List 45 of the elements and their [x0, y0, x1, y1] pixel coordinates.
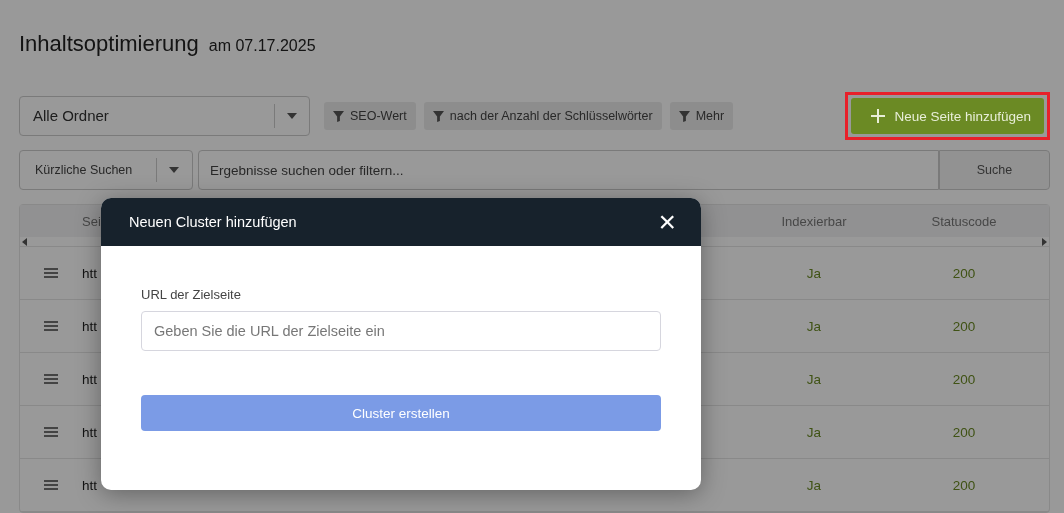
filter-icon [333, 110, 344, 122]
search-button[interactable]: Suche [939, 150, 1050, 190]
table-cell-text: Ja [805, 318, 823, 334]
table-cell-text: Ja [805, 371, 823, 387]
drag-handle-icon[interactable] [44, 321, 58, 331]
caret-icon [169, 167, 179, 173]
filter-icon [678, 110, 690, 122]
drag-handle-icon[interactable] [44, 268, 58, 278]
url-link[interactable]: htt [82, 371, 97, 387]
drag-handle-icon[interactable] [44, 480, 58, 490]
filter-button[interactable]: Mehr [669, 102, 734, 130]
table-cell-text: Ja [805, 424, 823, 440]
modal-title: Neuen Cluster hinzufügen [129, 214, 297, 230]
filter-button[interactable]: nach der Anzahl der Schlüsselwörter [423, 102, 662, 130]
table-cell-text: Ja [805, 477, 823, 493]
page-title: Inhaltsoptimierung [19, 31, 199, 57]
search-field[interactable]: Ergebnisse suchen oder filtern... [198, 150, 939, 190]
scroll-left-icon[interactable] [22, 237, 27, 246]
url-link[interactable]: htt [82, 265, 97, 281]
table-cell-text: 200 [951, 371, 977, 387]
folder-select[interactable]: Alle Ordner [19, 96, 310, 136]
table-cell-text: 200 [951, 424, 977, 440]
plus-icon [871, 109, 886, 123]
drag-handle-icon[interactable] [44, 374, 58, 384]
add-page-button[interactable]: Neue Seite hinzufügen [851, 98, 1044, 134]
url-input-field[interactable]: Geben Sie die URL der Zielseite ein [141, 311, 661, 351]
column-header: Statuscode [931, 213, 997, 229]
recent-searches-select[interactable]: Kürzliche Suchen [19, 150, 193, 190]
filter-icon [432, 110, 444, 122]
close-button[interactable]: × [655, 209, 679, 235]
url-link[interactable]: htt [82, 318, 97, 334]
filter-button[interactable]: SEO-Wert [324, 102, 416, 130]
url-link[interactable]: htt [82, 424, 97, 440]
table-cell-text: 200 [951, 477, 977, 493]
table-cell-text: 200 [951, 318, 977, 334]
url-link[interactable]: htt [82, 477, 97, 493]
column-header: Sei [82, 213, 101, 229]
table-cell-text: 200 [951, 265, 977, 281]
drag-handle-icon[interactable] [44, 427, 58, 437]
table-cell-text: Ja [805, 265, 823, 281]
page-date: am 07.17.2025 [208, 37, 316, 55]
field-label: URL der Zielseite [141, 287, 242, 302]
caret-icon [287, 113, 297, 119]
scroll-right-icon[interactable] [1042, 237, 1047, 246]
column-header: Indexierbar [781, 213, 847, 229]
